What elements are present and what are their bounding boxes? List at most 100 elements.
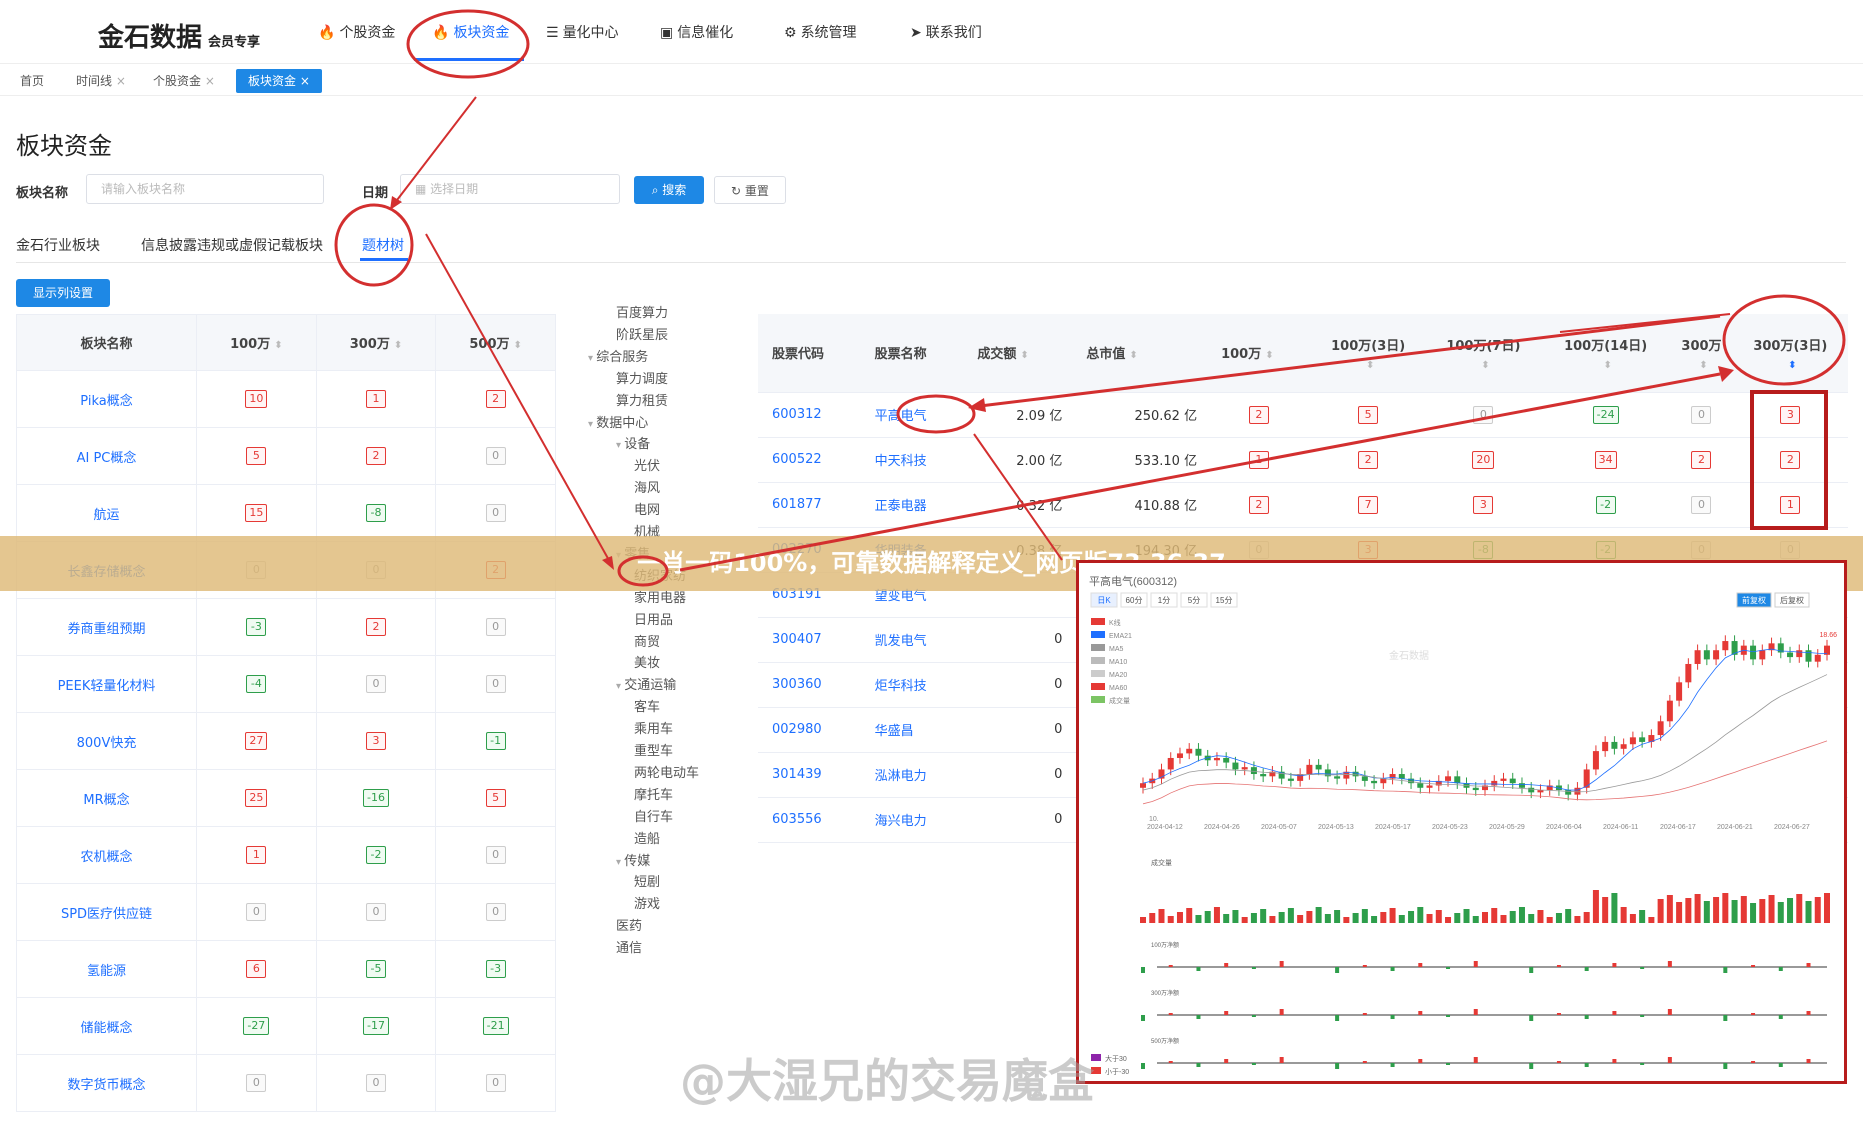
stock-code-link[interactable]: 300360 bbox=[758, 662, 861, 708]
sort-icon[interactable]: ⬍ bbox=[1265, 350, 1273, 361]
col-header-300w[interactable]: 300万 ⬍ bbox=[315, 314, 437, 371]
sort-icon[interactable]: ⬍ bbox=[1129, 350, 1137, 361]
tab-sector-funds[interactable]: 板块资金 × bbox=[236, 69, 322, 93]
sector-name-link[interactable]: AI PC概念 bbox=[16, 427, 197, 485]
stock-name-link[interactable]: 中天科技 bbox=[860, 437, 964, 483]
tree-node[interactable]: 光伏 bbox=[634, 455, 660, 474]
table-row[interactable]: 600312 平高电气 2.09 亿 250.62 亿 2 5 0 -24 0 3 bbox=[758, 392, 1848, 438]
nav-item-contact-us[interactable]: ➤ 联系我们 bbox=[910, 22, 982, 42]
nav-item-system-admin[interactable]: ⚙ 系统管理 bbox=[784, 22, 857, 42]
table-row[interactable]: 农机概念 1 -2 0 bbox=[16, 826, 556, 884]
sector-name-link[interactable]: 券商重组预期 bbox=[16, 598, 197, 656]
caret-down-icon[interactable]: ▾ bbox=[616, 440, 624, 451]
nav-item-quant-center[interactable]: ☰ 量化中心 bbox=[546, 22, 619, 42]
tab-theme-tree[interactable]: 题材树 bbox=[362, 235, 404, 255]
column-settings-button[interactable]: 显示列设置 bbox=[16, 279, 110, 307]
nav-item-info-catalyst[interactable]: ▣ 信息催化 bbox=[660, 22, 733, 42]
stock-name-link[interactable]: 泓淋电力 bbox=[860, 752, 964, 798]
sector-name-link[interactable]: MR概念 bbox=[16, 769, 197, 827]
close-icon[interactable]: × bbox=[205, 74, 215, 88]
col-header[interactable]: 100万(7日) ⬍ bbox=[1425, 314, 1541, 393]
tree-node[interactable]: 通信 bbox=[616, 937, 642, 956]
tab-disclosure-violation[interactable]: 信息披露违规或虚假记载板块 bbox=[141, 235, 323, 255]
tree-node[interactable]: ▾ 数据中心 bbox=[588, 412, 648, 431]
reset-button[interactable]: ↻ 重置 bbox=[714, 176, 786, 204]
sector-name-link[interactable]: 航运 bbox=[16, 484, 197, 542]
stock-name-link[interactable]: 平高电气 bbox=[860, 392, 964, 438]
app-logo[interactable]: 金石数据 会员专享 bbox=[98, 17, 260, 54]
stock-code-link[interactable]: 300407 bbox=[758, 617, 861, 663]
tree-node[interactable]: ▾ 传媒 bbox=[616, 850, 650, 869]
tree-node[interactable]: 乘用车 bbox=[634, 718, 673, 737]
sort-icon[interactable]: ⬍ bbox=[514, 340, 522, 351]
close-icon[interactable]: × bbox=[116, 74, 126, 88]
col-header[interactable]: 股票名称 bbox=[860, 314, 964, 393]
tree-node[interactable]: 客车 bbox=[634, 696, 660, 715]
tree-node[interactable]: 商贸 bbox=[634, 631, 660, 650]
tree-node[interactable]: 造船 bbox=[634, 828, 660, 847]
stock-name-link[interactable]: 炬华科技 bbox=[860, 662, 964, 708]
table-row[interactable]: AI PC概念 5 2 0 bbox=[16, 427, 556, 485]
col-header[interactable]: 100万 ⬍ bbox=[1207, 314, 1311, 393]
col-header[interactable]: 300万 ⬍ bbox=[1670, 314, 1733, 393]
tree-node[interactable]: 两轮电动车 bbox=[634, 762, 699, 781]
tab-home[interactable]: 首页 bbox=[12, 69, 52, 93]
table-row[interactable]: 券商重组预期 -3 2 0 bbox=[16, 598, 556, 656]
stock-code-link[interactable]: 601877 bbox=[758, 482, 861, 528]
tree-node[interactable]: ▾ 设备 bbox=[616, 433, 650, 452]
table-row[interactable]: 600522 中天科技 2.00 亿 533.10 亿 1 2 20 34 2 2 bbox=[758, 437, 1848, 483]
table-row[interactable]: 601877 正泰电器 0.32 亿 410.88 亿 2 7 3 -2 0 1 bbox=[758, 482, 1848, 528]
sort-icon[interactable]: ⬍ bbox=[1430, 360, 1541, 371]
table-row[interactable]: Pika概念 10 1 2 bbox=[16, 370, 556, 428]
caret-down-icon[interactable]: ▾ bbox=[588, 353, 596, 364]
col-header[interactable]: 100万(14日) ⬍ bbox=[1541, 314, 1671, 393]
stock-code-link[interactable]: 603556 bbox=[758, 797, 861, 843]
tree-node[interactable]: 算力租赁 bbox=[616, 390, 668, 409]
sort-icon[interactable]: ⬍ bbox=[1315, 360, 1426, 371]
tree-node[interactable]: 重型车 bbox=[634, 740, 673, 759]
stock-code-link[interactable]: 600522 bbox=[758, 437, 861, 483]
tree-node[interactable]: 百度算力 bbox=[616, 302, 668, 321]
tree-node[interactable]: ▾ 综合服务 bbox=[588, 346, 648, 365]
table-row[interactable]: MR概念 25 -16 5 bbox=[16, 769, 556, 827]
table-row[interactable]: 航运 15 -8 0 bbox=[16, 484, 556, 542]
col-header[interactable]: 股票代码 bbox=[758, 314, 861, 393]
tree-node[interactable]: 游戏 bbox=[634, 893, 660, 912]
col-header-500w[interactable]: 500万 ⬍ bbox=[435, 314, 556, 371]
tree-node[interactable]: 摩托车 bbox=[634, 784, 673, 803]
sort-icon[interactable]: ⬍ bbox=[1020, 350, 1028, 361]
tree-node[interactable]: 日用品 bbox=[634, 609, 673, 628]
sort-icon[interactable]: ⬍ bbox=[274, 340, 282, 351]
stock-code-link[interactable]: 600312 bbox=[758, 392, 861, 438]
sector-name-link[interactable]: 农机概念 bbox=[16, 826, 197, 884]
search-button[interactable]: ⌕ 搜索 bbox=[634, 176, 704, 204]
close-icon[interactable]: × bbox=[300, 74, 310, 88]
kline-chart[interactable]: 平高电气(600312) 日K 60分 1分 5分 15分 前复权 后复权 K线 EMA21 MA5… bbox=[1079, 563, 1844, 1081]
table-row[interactable]: 氢能源 6 -5 -3 bbox=[16, 940, 556, 998]
tree-node[interactable]: 电网 bbox=[634, 499, 660, 518]
nav-item-sector-funds[interactable]: 🔥 板块资金 bbox=[432, 22, 509, 42]
sector-name-link[interactable]: SPD医疗供应链 bbox=[16, 883, 197, 941]
nav-item-stock-funds[interactable]: 🔥 个股资金 bbox=[318, 22, 395, 42]
sector-name-link[interactable]: 800V快充 bbox=[16, 712, 197, 770]
sector-name-link[interactable]: Pika概念 bbox=[16, 370, 197, 428]
col-header-100w[interactable]: 100万 ⬍ bbox=[196, 314, 317, 371]
sector-name-input[interactable]: 请输入板块名称 bbox=[86, 174, 324, 204]
stock-name-link[interactable]: 海兴电力 bbox=[860, 797, 964, 843]
stock-code-link[interactable]: 002980 bbox=[758, 707, 861, 753]
tab-jinshi-industry[interactable]: 金石行业板块 bbox=[16, 235, 100, 255]
stock-code-link[interactable]: 301439 bbox=[758, 752, 861, 798]
table-row[interactable]: 800V快充 27 3 -1 bbox=[16, 712, 556, 770]
tree-node[interactable]: 短剧 bbox=[634, 871, 660, 890]
caret-down-icon[interactable]: ▾ bbox=[616, 681, 624, 692]
sector-name-link[interactable]: 数字货币概念 bbox=[16, 1054, 197, 1112]
caret-down-icon[interactable]: ▾ bbox=[588, 419, 596, 430]
tree-node[interactable]: 美妆 bbox=[634, 652, 660, 671]
tree-node[interactable]: 医药 bbox=[616, 915, 642, 934]
tab-timeline[interactable]: 时间线 × bbox=[68, 69, 134, 93]
stock-name-link[interactable]: 凯发电气 bbox=[860, 617, 964, 663]
caret-down-icon[interactable]: ▾ bbox=[616, 857, 624, 868]
sort-icon[interactable]: ⬍ bbox=[1545, 360, 1670, 371]
tree-node[interactable]: 阶跃星辰 bbox=[616, 324, 668, 343]
tree-node[interactable]: 海风 bbox=[634, 477, 660, 496]
